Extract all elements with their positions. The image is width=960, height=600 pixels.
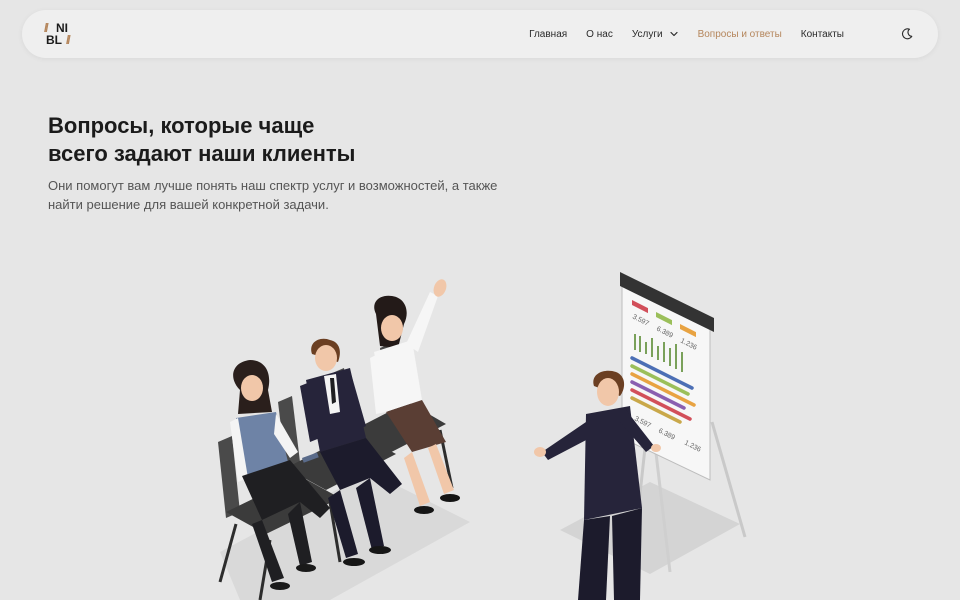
chevron-down-icon: [669, 31, 678, 37]
logo-text-bottom: BL: [46, 33, 62, 47]
nav-item-contacts-label: Контакты: [800, 28, 844, 40]
nav-item-home[interactable]: Главная: [529, 29, 567, 40]
page-subtitle-line-2: найти решение для вашей конкретной задач…: [48, 197, 329, 212]
page-subtitle-line-1: Они помогут вам лучше понять наш спектр …: [48, 178, 498, 193]
nav-item-about[interactable]: О нас: [586, 29, 613, 40]
nav-item-faq[interactable]: Вопросы и ответы: [698, 29, 782, 40]
logo-slash-bottom: //: [66, 33, 70, 47]
page-title: Вопросы, которые чаще всего задают наши …: [48, 112, 508, 168]
page-title-line-2: всего задают наши клиенты: [48, 141, 356, 166]
page-subtitle: Они помогут вам лучше понять наш спектр …: [48, 176, 518, 214]
nav-item-services-label: Услуги: [631, 28, 663, 40]
meeting-illustration: 3.597 6.389 1.236 3.597 6.389 1.236: [218, 272, 747, 600]
page-title-line-1: Вопросы, которые чаще: [48, 113, 315, 138]
main-menu: Главная О нас Услуги Вопросы и ответы Ко…: [510, 10, 844, 58]
nav-item-faq-label: Вопросы и ответы: [697, 28, 782, 40]
nav-item-services[interactable]: Услуги: [632, 29, 679, 40]
top-navbar: // NI BL // Главная О нас Услуги Вопросы…: [22, 10, 938, 58]
nav-item-contacts[interactable]: Контакты: [801, 29, 844, 40]
nav-item-home-label: Главная: [529, 28, 568, 40]
brand-logo[interactable]: // NI BL //: [44, 20, 80, 50]
moon-icon[interactable]: [900, 27, 914, 41]
nav-item-about-label: О нас: [586, 28, 613, 40]
